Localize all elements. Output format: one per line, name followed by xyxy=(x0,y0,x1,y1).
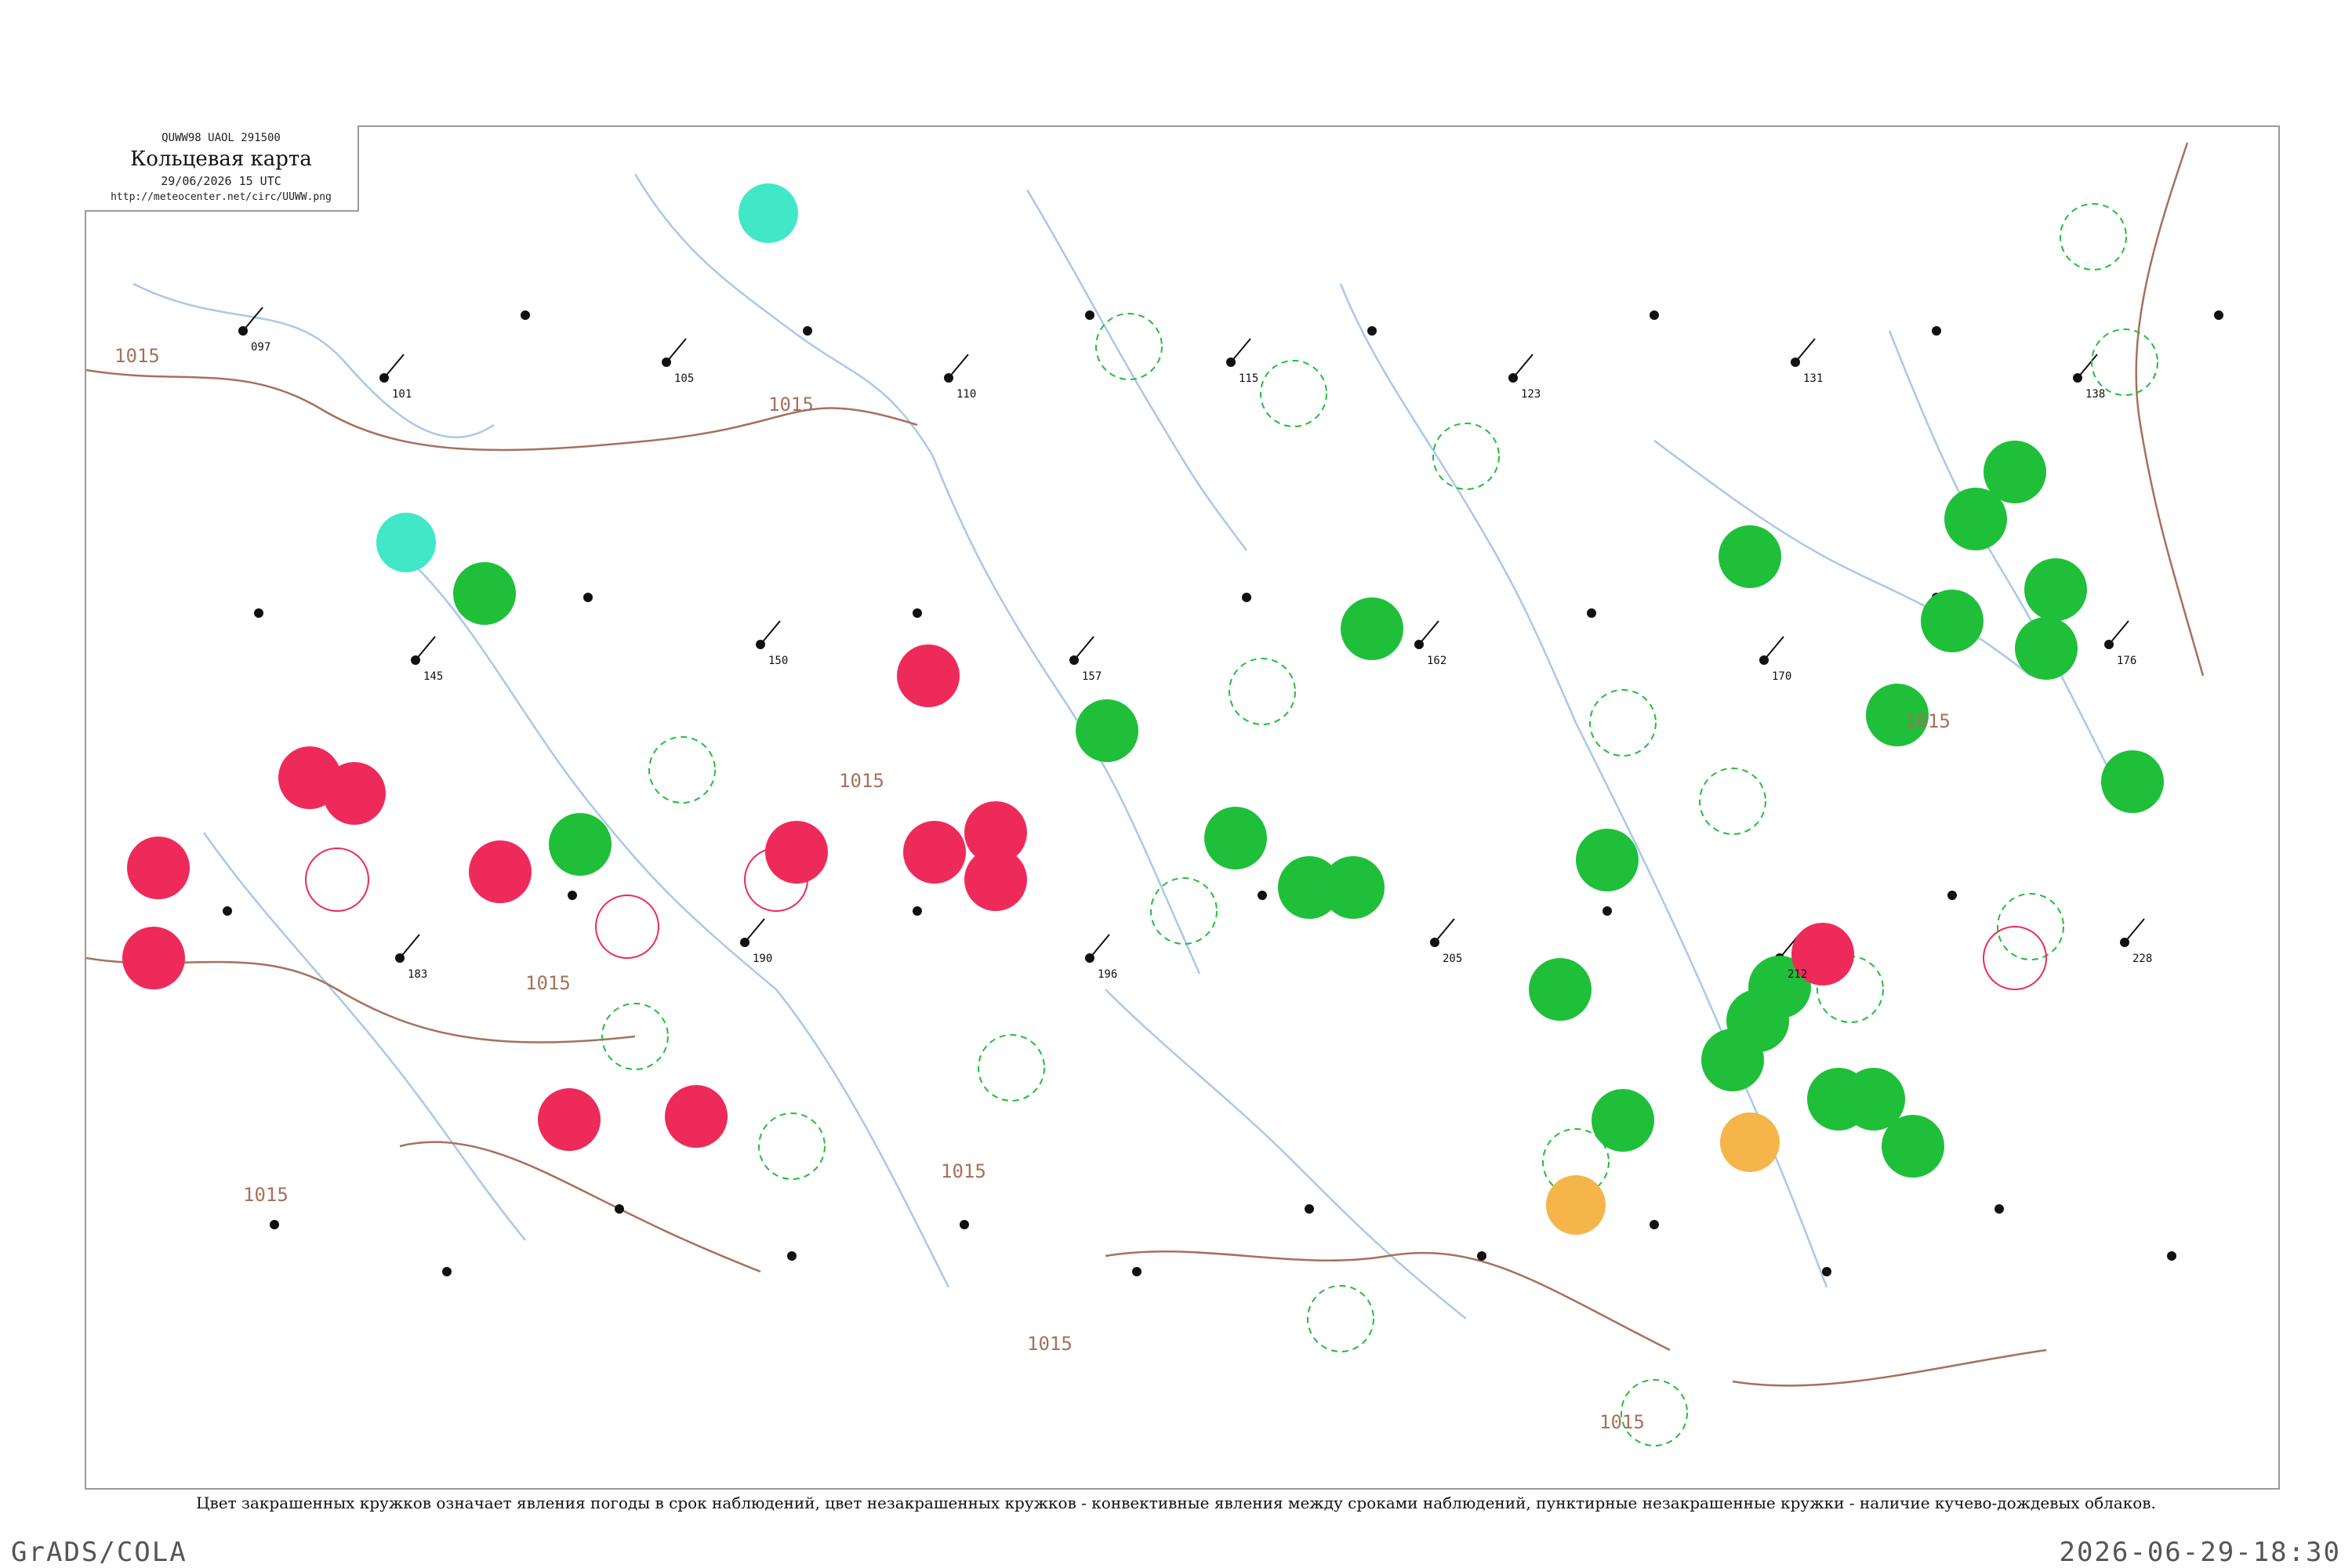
rain-circle xyxy=(453,562,516,625)
rain-circle xyxy=(549,813,612,876)
station-value: 123 xyxy=(1521,388,1541,401)
station-value: 157 xyxy=(1082,670,1102,683)
rain-circle xyxy=(2101,750,2164,813)
rain-circle xyxy=(1076,699,1138,762)
isobar-label: 1015 xyxy=(1599,1411,1645,1433)
station-value: 170 xyxy=(1772,670,1791,683)
isobar-lines xyxy=(86,142,2205,1387)
station-value: 176 xyxy=(2117,655,2136,667)
footer-timestamp: 2026-06-29-18:30 xyxy=(2059,1537,2341,1568)
station-value: 101 xyxy=(392,388,412,401)
page-title: Кольцевая карта xyxy=(130,147,312,171)
rain-circle xyxy=(1921,590,1984,652)
thunder-circle xyxy=(765,821,828,884)
isobar-label: 1015 xyxy=(839,770,884,792)
rain-circle xyxy=(2024,558,2087,621)
fog-circle xyxy=(376,513,436,572)
isobar-labels: 1015 1015 1015 1015 1015 1015 1015 1015 … xyxy=(114,345,1951,1433)
rain-circle xyxy=(1322,856,1385,919)
isobar-label: 1015 xyxy=(243,1184,289,1206)
isobar-label: 1015 xyxy=(1027,1333,1073,1355)
station-value: 183 xyxy=(408,968,427,981)
thunder-circle xyxy=(897,644,960,707)
rain-circle xyxy=(2015,617,2078,680)
isobar-label: 1015 xyxy=(114,345,160,367)
station-values: 097 101 105 110 115 123 131 138 145 150 … xyxy=(251,341,2152,981)
station-value: 145 xyxy=(423,670,443,683)
thunder-circle xyxy=(665,1085,728,1148)
rain-circle xyxy=(1701,1029,1764,1091)
thunder-circle xyxy=(903,821,966,884)
station-value: 115 xyxy=(1239,372,1258,385)
fog-circle xyxy=(739,183,798,243)
station-value: 150 xyxy=(768,655,788,667)
thunder-circle xyxy=(122,927,185,989)
footer-software: GrADS/COLA xyxy=(11,1537,187,1568)
station-value: 162 xyxy=(1427,655,1446,667)
rain-circle xyxy=(1576,829,1639,891)
map-title-box: QUWW98 UAOL 291500 Кольцевая карта 29/06… xyxy=(85,125,359,212)
dust-circle xyxy=(1546,1175,1606,1235)
map-canvas: 097 101 105 110 115 123 131 138 145 150 … xyxy=(86,142,2223,1446)
rain-circle xyxy=(1341,597,1403,660)
station-value: 131 xyxy=(1803,372,1823,385)
thunder-circle xyxy=(964,848,1027,911)
station-value: 196 xyxy=(1098,968,1117,981)
isobar-label: 1015 xyxy=(768,394,814,416)
synoptic-map: 097 101 105 110 115 123 131 138 145 150 … xyxy=(85,125,2280,1490)
isobar-label: 1015 xyxy=(525,972,571,994)
thunder-circle xyxy=(127,837,190,899)
station-value: 205 xyxy=(1443,953,1462,965)
isobar-label: 1015 xyxy=(1905,710,1951,732)
weather-phenomena-circles xyxy=(122,183,2164,1235)
station-value: 228 xyxy=(2132,953,2152,965)
rain-circle xyxy=(1529,958,1592,1021)
station-value: 105 xyxy=(674,372,694,385)
station-value: 138 xyxy=(2085,388,2105,401)
cumulonimbus-rings xyxy=(601,203,2158,1446)
thunder-circle xyxy=(538,1088,601,1151)
bulletin-code: QUWW98 UAOL 291500 xyxy=(162,132,281,144)
thunder-circle xyxy=(323,762,386,825)
rain-circle xyxy=(1204,807,1267,869)
station-value: 190 xyxy=(753,953,772,965)
rain-circle xyxy=(1719,525,1781,588)
rain-circle xyxy=(1882,1115,1944,1178)
station-value: 212 xyxy=(1788,968,1807,981)
rain-circle xyxy=(1984,441,2046,503)
source-url: http://meteocenter.net/circ/UUWW.png xyxy=(111,191,332,203)
thunder-circle xyxy=(469,840,532,903)
rain-circle xyxy=(1592,1089,1654,1152)
station-value: 110 xyxy=(956,388,976,401)
dust-circle xyxy=(1720,1112,1780,1172)
isobar-label: 1015 xyxy=(941,1160,986,1182)
legend-caption: Цвет закрашенных кружков означает явлени… xyxy=(196,1494,2156,1512)
observation-time: 29/06/2026 15 UTC xyxy=(161,174,281,188)
station-value: 097 xyxy=(251,341,270,354)
